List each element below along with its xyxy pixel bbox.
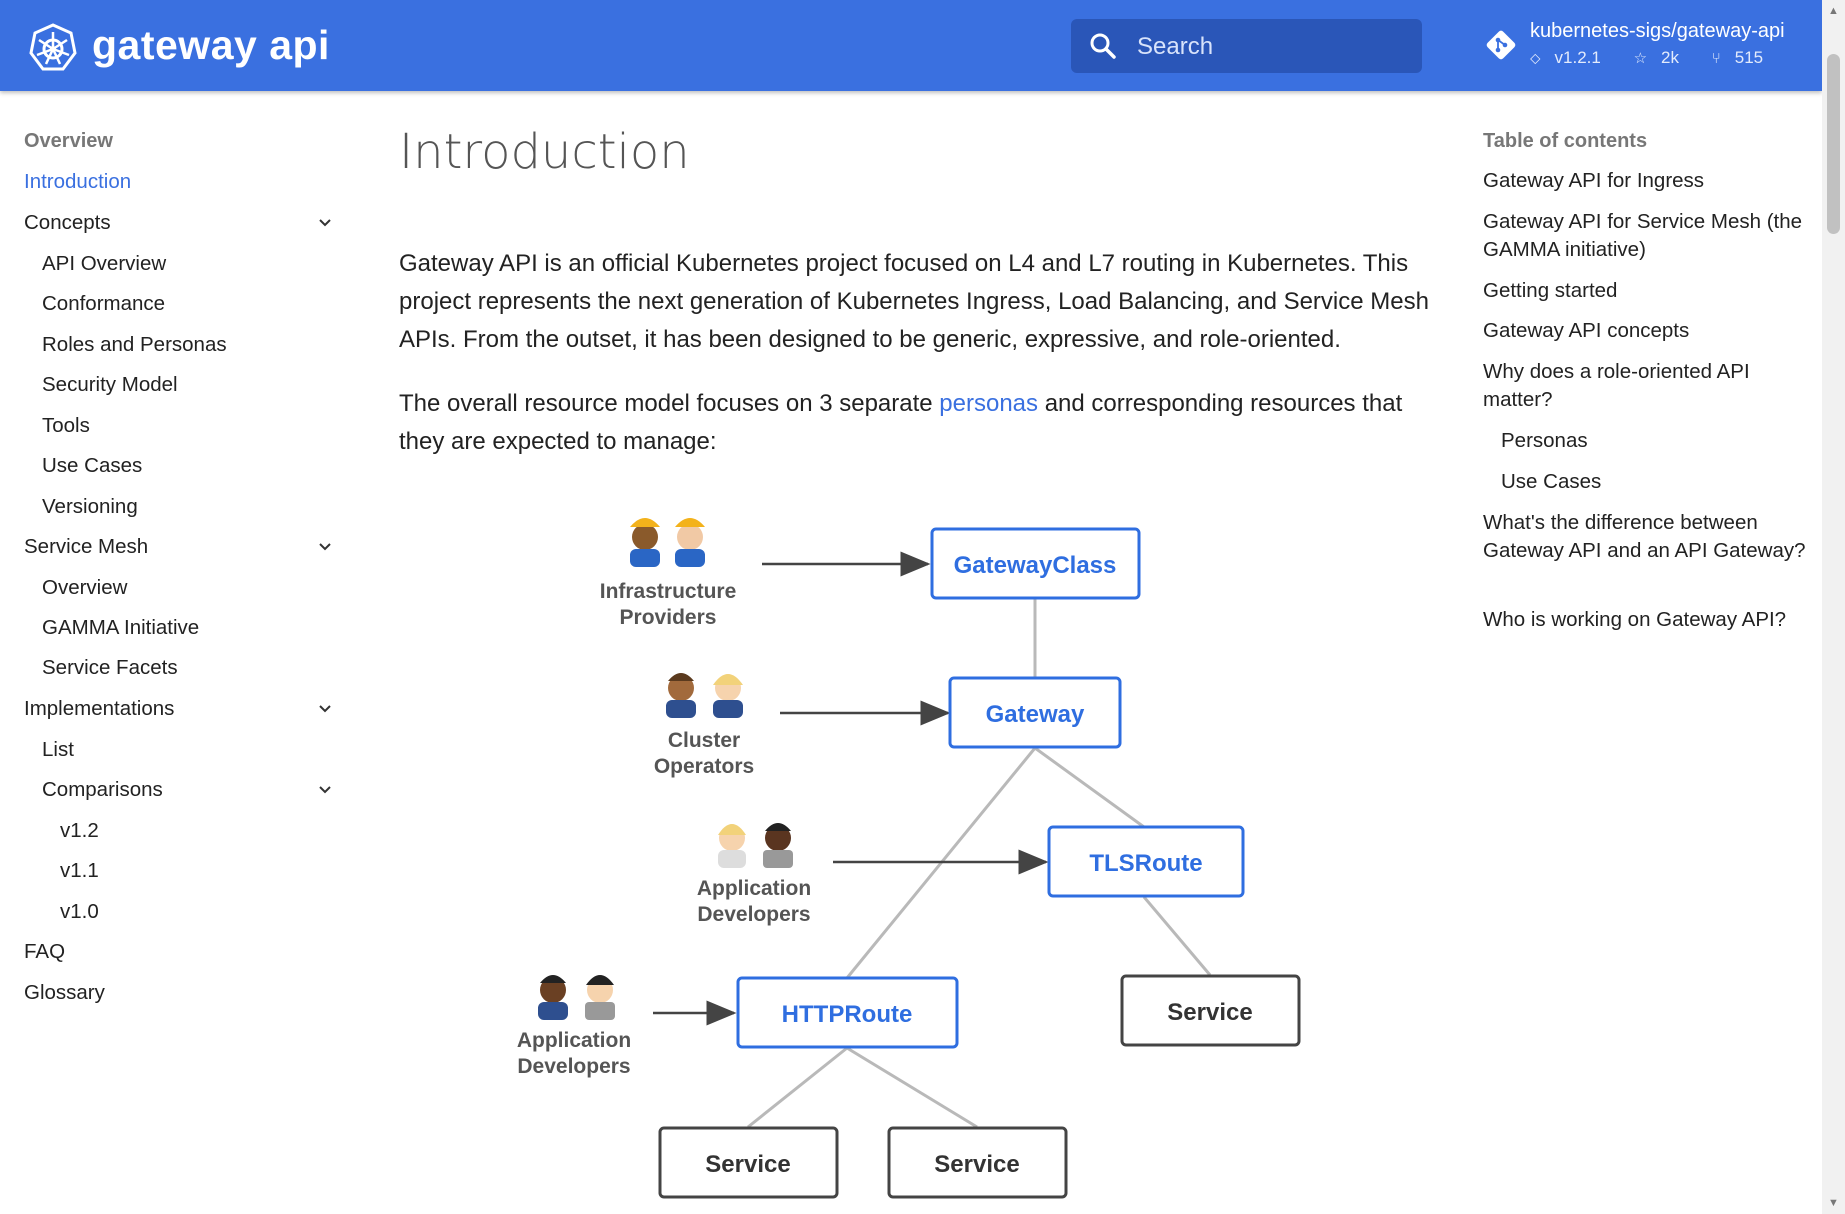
nav-item-use-cases[interactable]: Use Cases xyxy=(42,454,142,478)
infra-providers-label-line1: Infrastructure xyxy=(600,580,737,603)
service-label: Service xyxy=(934,1151,1019,1178)
search-icon xyxy=(1090,33,1116,59)
service-label: Service xyxy=(1167,999,1252,1026)
search-input[interactable]: Search xyxy=(1071,19,1422,73)
nav-item-introduction[interactable]: Introduction xyxy=(24,170,131,194)
service-box: Service xyxy=(658,1126,839,1199)
tlsroute-label: TLSRoute xyxy=(1089,850,1202,877)
service-box: Service xyxy=(887,1126,1068,1199)
tag-icon: ⬦ xyxy=(1530,50,1541,67)
scroll-up-arrow-icon[interactable]: ▲ xyxy=(1827,4,1840,18)
gateway-box: Gateway xyxy=(948,676,1122,749)
nav-item-glossary[interactable]: Glossary xyxy=(24,981,105,1005)
nav-item-gamma-initiative[interactable]: GAMMA Initiative xyxy=(42,616,199,640)
site-title[interactable]: gateway api xyxy=(92,18,330,72)
nav-section-overview[interactable]: Overview xyxy=(24,130,113,153)
chevron-down-icon[interactable] xyxy=(318,218,332,228)
gateway-label: Gateway xyxy=(986,701,1085,728)
toc-item-who-is-working[interactable]: Who is working on Gateway API? xyxy=(1483,606,1813,634)
git-icon xyxy=(1486,30,1516,60)
nav-item-list[interactable]: List xyxy=(42,738,74,762)
cluster-operators-label-line2: Operators xyxy=(654,755,754,778)
nav-item-v1-0[interactable]: v1.0 xyxy=(60,900,99,924)
service-label: Service xyxy=(705,1151,790,1178)
toc-item-api-vs-api-gateway[interactable]: What's the difference between Gateway AP… xyxy=(1483,509,1813,565)
page-title: Introduction xyxy=(399,124,690,180)
star-icon: ☆ xyxy=(1633,50,1648,67)
connector-gateway-tlsroute xyxy=(1034,746,1145,829)
top-header: gateway api Search kubernetes-sigs/gatew… xyxy=(0,0,1822,91)
nav-item-concepts[interactable]: Concepts xyxy=(24,211,111,235)
connector-tlsroute-service xyxy=(1142,896,1212,976)
chevron-down-icon[interactable] xyxy=(318,542,332,552)
nav-item-roles-and-personas[interactable]: Roles and Personas xyxy=(42,333,227,357)
nav-item-v1-2[interactable]: v1.2 xyxy=(60,819,99,843)
nav-item-implementations[interactable]: Implementations xyxy=(24,697,174,721)
httproute-label: HTTPRoute xyxy=(782,1001,913,1028)
connector-httproute-service-right xyxy=(846,1046,978,1129)
personas-paragraph: The overall resource model focuses on 3 … xyxy=(399,385,1429,461)
app-developers-avatars-icon xyxy=(718,823,793,868)
app-developers-label-line2: Developers xyxy=(697,903,810,926)
repo-name: kubernetes-sigs/gateway-api xyxy=(1530,20,1785,42)
fork-icon: ⑂ xyxy=(1711,50,1721,67)
nav-item-service-facets[interactable]: Service Facets xyxy=(42,656,178,680)
cluster-operators-avatars-icon xyxy=(666,673,743,718)
kubernetes-logo-icon[interactable] xyxy=(28,23,78,73)
httproute-box: HTTPRoute xyxy=(736,976,959,1049)
nav-item-comparisons[interactable]: Comparisons xyxy=(42,778,163,802)
nav-item-versioning[interactable]: Versioning xyxy=(42,495,138,519)
nav-item-tools[interactable]: Tools xyxy=(42,414,90,438)
repo-version: ⬦ v1.2.1 xyxy=(1530,48,1615,67)
infra-providers-avatars-icon xyxy=(630,518,705,567)
intro-paragraph: Gateway API is an official Kubernetes pr… xyxy=(399,250,1429,353)
toc-item-gateway-api-concepts[interactable]: Gateway API concepts xyxy=(1483,317,1813,345)
personas-text-before: The overall resource model focuses on 3 … xyxy=(399,390,940,417)
resource-model-diagram: GatewayClass Gateway TLSRoute HTTPRoute … xyxy=(517,518,1301,1199)
gatewayclass-box: GatewayClass xyxy=(930,527,1141,600)
nav-item-security-model[interactable]: Security Model xyxy=(42,373,178,397)
search-placeholder: Search xyxy=(1137,33,1214,60)
infra-providers-label-line2: Providers xyxy=(620,606,717,629)
nav-item-conformance[interactable]: Conformance xyxy=(42,292,165,316)
repo-forks-value: 515 xyxy=(1734,48,1764,67)
tlsroute-box: TLSRoute xyxy=(1047,825,1245,898)
toc-item-gateway-api-for-service-mesh[interactable]: Gateway API for Service Mesh (the GAMMA … xyxy=(1483,208,1813,264)
toc-heading: Table of contents xyxy=(1483,130,1648,152)
service-box: Service xyxy=(1120,974,1301,1047)
scroll-down-arrow-icon[interactable]: ▼ xyxy=(1827,1196,1840,1210)
app-developers-label-line2: Developers xyxy=(517,1055,630,1078)
chevron-down-icon[interactable] xyxy=(318,785,332,795)
nav-item-api-overview[interactable]: API Overview xyxy=(42,252,166,276)
app-developers-label-line1: Application xyxy=(517,1029,631,1052)
diagram-arrows xyxy=(653,551,1049,1026)
toc-item-use-cases[interactable]: Use Cases xyxy=(1501,468,1831,496)
repo-stars-value: 2k xyxy=(1661,48,1679,67)
repo-stars: ☆ 2k xyxy=(1634,48,1693,67)
personas-link[interactable]: personas xyxy=(939,390,1038,417)
connector-httproute-service-left xyxy=(747,1046,848,1129)
nav-item-service-mesh[interactable]: Service Mesh xyxy=(24,535,148,559)
repo-forks: ⑂ 515 xyxy=(1712,48,1777,67)
cluster-operators-label-line1: Cluster xyxy=(668,729,740,752)
gatewayclass-label: GatewayClass xyxy=(954,552,1117,579)
toc-item-personas[interactable]: Personas xyxy=(1501,427,1831,455)
app-developers-label-line1: Application xyxy=(697,877,811,900)
toc-item-gateway-api-for-ingress[interactable]: Gateway API for Ingress xyxy=(1483,167,1813,195)
nav-item-v1-1[interactable]: v1.1 xyxy=(60,859,99,883)
repo-link[interactable]: kubernetes-sigs/gateway-api ⬦ v1.2.1 ☆ 2k … xyxy=(1480,14,1810,74)
toc-item-role-oriented-api[interactable]: Why does a role-oriented API matter? xyxy=(1483,358,1813,414)
toc-item-getting-started[interactable]: Getting started xyxy=(1483,277,1813,305)
repo-version-value: v1.2.1 xyxy=(1554,48,1601,67)
scroll-thumb[interactable] xyxy=(1827,54,1840,234)
nav-item-mesh-overview[interactable]: Overview xyxy=(42,576,127,600)
app-developers-avatars-icon xyxy=(538,975,615,1020)
chevron-down-icon[interactable] xyxy=(318,704,332,714)
repo-facts: ⬦ v1.2.1 ☆ 2k ⑂ 515 xyxy=(1530,48,1791,68)
page-scrollbar[interactable]: ▲ ▼ xyxy=(1822,0,1845,1214)
nav-item-faq[interactable]: FAQ xyxy=(24,940,65,964)
